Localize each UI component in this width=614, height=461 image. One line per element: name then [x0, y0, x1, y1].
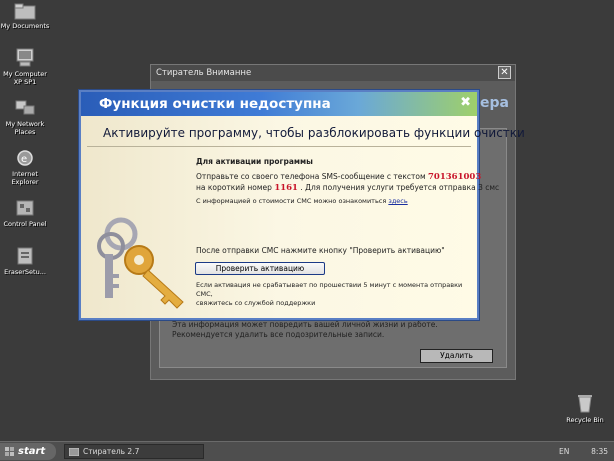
- close-icon[interactable]: ✖: [460, 95, 471, 110]
- background-window-close-button[interactable]: ✕: [498, 66, 511, 79]
- desktop-icon-label: Control Panel: [3, 220, 47, 228]
- background-window-heading-fragment: ера: [480, 95, 509, 111]
- divider: [87, 146, 471, 147]
- sms-cost-info: С информацией о стоимости СМС можно озна…: [196, 197, 408, 205]
- windows-logo-icon: [5, 447, 14, 456]
- delete-button[interactable]: Удалить: [420, 349, 493, 363]
- dialog-title: Функция очистки недоступна: [99, 96, 331, 112]
- sms-count-text: . Для получения услуги требуется отправк…: [300, 183, 500, 192]
- desktop-icon-label: My Documents: [0, 22, 50, 30]
- internet-explorer-icon: e: [17, 150, 33, 166]
- sms-instruction-line-2: на короткий номер 1161 . Для получения у…: [196, 183, 499, 193]
- desktop-icon-network-places[interactable]: My Network Places: [0, 98, 50, 136]
- sms-instruction-text: Отправьте со своего телефона SMS-сообщен…: [196, 172, 426, 181]
- desktop-icon-label: My Network Places: [5, 120, 45, 136]
- desktop-icon-my-documents[interactable]: My Documents: [0, 2, 50, 30]
- network-icon: [15, 100, 35, 115]
- sms-instruction-line-1: Отправьте со своего телефона SMS-сообщен…: [196, 172, 481, 182]
- sms-cost-link[interactable]: здесь: [388, 197, 407, 205]
- start-label: start: [18, 446, 46, 457]
- taskbar-item-label: Стиратель 2.7: [83, 447, 140, 456]
- short-number: 1161: [274, 183, 298, 193]
- background-window-info-text: Эта информация может повредить вашей лич…: [172, 320, 438, 339]
- system-tray: EN 8:35: [554, 443, 614, 461]
- control-panel-icon: [16, 200, 34, 216]
- after-sms-instruction: После отправки СМС нажмите кнопку "Прове…: [196, 246, 445, 255]
- clock: 8:35: [591, 447, 608, 456]
- desktop-icon-eraser-setup[interactable]: EraserSetu...: [0, 246, 50, 276]
- desktop-icon-recycle-bin[interactable]: Recycle Bin: [562, 392, 608, 424]
- keys-icon: [97, 217, 184, 309]
- check-activation-button[interactable]: Проверить активацию: [195, 262, 325, 275]
- desktop-icon-internet-explorer[interactable]: e Internet Explorer: [0, 148, 50, 186]
- activation-heading: Для активации программы: [196, 157, 313, 166]
- background-window-title: Стиратель Вниманне: [151, 65, 515, 81]
- language-indicator[interactable]: EN: [559, 443, 569, 461]
- installer-icon: [17, 247, 33, 265]
- desktop-icon-my-computer[interactable]: My Computer XP SP1: [0, 48, 50, 86]
- sms-number-text: на короткий номер: [196, 183, 272, 192]
- dialog-header: Функция очистки недоступна ✖: [81, 92, 477, 116]
- desktop-icon-control-panel[interactable]: Control Panel: [0, 198, 50, 228]
- desktop-icon-label: Recycle Bin: [566, 416, 604, 424]
- window-icon: [69, 448, 79, 456]
- desktop-icon-label: My Computer XP SP1: [3, 70, 47, 86]
- start-button[interactable]: start: [0, 443, 56, 460]
- desktop-icon-label: EraserSetu...: [4, 268, 46, 276]
- svg-text:e: e: [21, 154, 27, 165]
- sms-code: 701361003: [428, 172, 482, 182]
- support-note: Если активация не срабатывает по прошест…: [196, 281, 463, 307]
- dialog-subtitle: Активируйте программу, чтобы разблокиров…: [103, 126, 525, 140]
- sms-cost-text: С информацией о стоимости СМС можно озна…: [196, 197, 387, 205]
- taskbar-item-eraser[interactable]: Стиратель 2.7: [64, 444, 204, 459]
- computer-icon: [16, 48, 34, 67]
- desktop-icon-label: Internet Explorer: [11, 170, 39, 186]
- activation-dialog: Функция очистки недоступна ✖ Активируйте…: [79, 90, 525, 320]
- recycle-bin-icon: [578, 395, 592, 413]
- folder-icon: [14, 3, 36, 20]
- taskbar: start Стиратель 2.7 EN 8:35: [0, 441, 614, 461]
